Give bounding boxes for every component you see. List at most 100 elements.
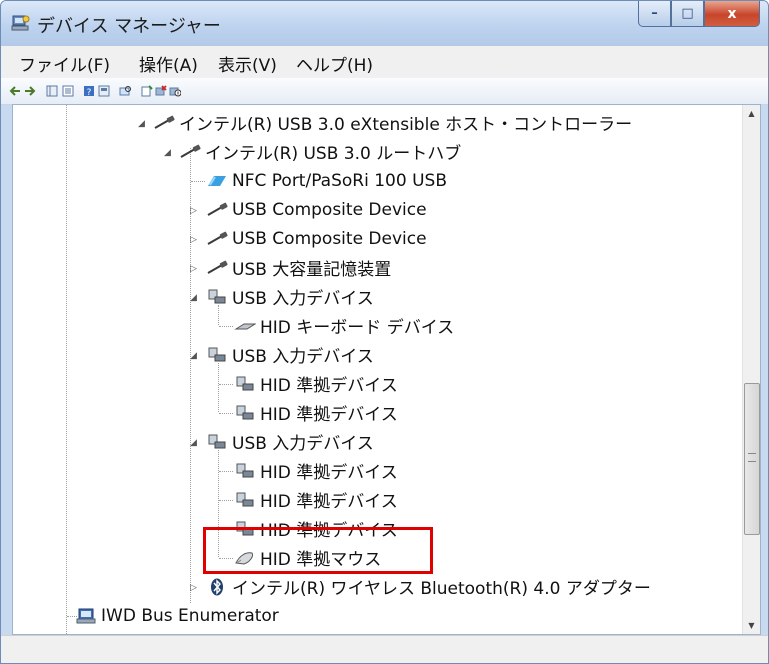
collapse-toggle[interactable]: ◢ [164,148,174,158]
usb-plug-icon [154,115,175,129]
hid-device-icon [236,492,254,506]
tree-guide-line [191,181,205,182]
hid-device-icon [208,289,226,303]
tree-item-usb-input[interactable]: USB 入力デバイス [206,341,374,368]
tree-item-hid-keyboard[interactable]: HID キーボード デバイス [234,312,454,339]
highlight-box [203,527,433,574]
menu-action[interactable]: 操作(A) [139,51,198,76]
console-tree-icon[interactable] [98,85,110,97]
tree-item-label: IWD Bus Enumerator [101,605,279,626]
show-hide-tree-icon[interactable] [46,85,58,97]
tree-item-label: USB Composite Device [232,199,427,220]
hid-device-icon [236,405,254,419]
hid-device-icon [236,376,254,390]
menu-bar: ファイル(F) 操作(A) 表示(V) ヘルプ(H) [1,45,768,78]
tree-item-label: HID 準拠デバイス [260,376,398,396]
menu-file[interactable]: ファイル(F) [19,51,110,76]
usb-plug-icon [207,202,228,216]
back-arrow-icon[interactable] [9,85,21,97]
usb-plug-icon [207,231,228,245]
tree-item-hid-compliant-device[interactable]: HID 準拠デバイス [234,370,398,397]
tree-item-usb-input[interactable]: USB 入力デバイス [206,428,374,455]
caption-buttons: – □ x [638,1,760,27]
tree-item-label: NFC Port/PaSoRi 100 USB [232,170,447,191]
expand-toggle[interactable]: ▷ [190,235,200,245]
tree-item-label: インテル(R) ワイヤレス Bluetooth(R) 4.0 アダプター [232,579,651,599]
tree-item-label: HID 準拠デバイス [260,463,398,483]
expand-toggle[interactable]: ▷ [190,583,200,593]
tree-guide-line [66,105,67,634]
title-bar[interactable]: デバイス マネージャー – □ x [1,1,768,45]
tree-guide-line [219,413,233,414]
forward-arrow-icon[interactable] [24,85,36,97]
tree-item-label: インテル(R) USB 3.0 eXtensible ホスト・コントローラー [179,115,633,135]
tree-item-usb-composite[interactable]: USB Composite Device [206,196,427,223]
tree-item-bluetooth-adapter[interactable]: インテル(R) ワイヤレス Bluetooth(R) 4.0 アダプター [206,573,651,600]
nfc-reader-icon [208,175,226,186]
hid-device-icon [208,347,226,361]
tree-guide-line [190,148,191,603]
tree-item-hid-compliant-device[interactable]: HID 準拠デバイス [234,486,398,513]
tree-item-label: USB 大容量記憶装置 [232,260,392,280]
uninstall-icon[interactable] [155,85,167,97]
collapse-toggle[interactable]: ◢ [138,119,148,129]
expand-toggle[interactable]: ▷ [190,206,200,216]
vertical-scrollbar[interactable]: ▲ ▼ [742,105,760,634]
tree-item-usb-input[interactable]: USB 入力デバイス [206,283,374,310]
tree-item-nfc-port[interactable]: NFC Port/PaSoRi 100 USB [206,167,447,194]
usb-plug-icon [207,260,228,274]
menu-view[interactable]: 表示(V) [218,51,277,76]
tree-item-label: USB 入力デバイス [232,434,374,454]
properties-icon[interactable] [62,85,74,97]
close-icon: x [727,5,737,22]
tree-item-hid-compliant-device[interactable]: HID 準拠デバイス [234,457,398,484]
tree-item-iwd-bus-enumerator[interactable]: IWD Bus Enumerator [75,602,279,629]
tree-guide-line [219,500,233,501]
hid-device-icon [236,463,254,477]
toolbar: ? [1,78,768,105]
maximize-button[interactable]: □ [671,1,704,27]
tree-item-root-hub[interactable]: インテル(R) USB 3.0 ルートハブ [179,138,461,165]
scan-hardware-icon[interactable] [119,85,131,97]
tree-item-label: USB 入力デバイス [232,347,374,367]
tree-item-label: HID キーボード デバイス [260,318,455,338]
tree-item-usb-composite[interactable]: USB Composite Device [206,225,427,252]
tree-guide-line [219,471,233,472]
device-tree: ◢ インテル(R) USB 3.0 eXtensible ホスト・コントローラー… [13,105,742,634]
minimize-button[interactable]: – [638,1,671,27]
expand-toggle[interactable]: ▷ [190,264,200,274]
tree-item-xhci-controller[interactable]: インテル(R) USB 3.0 eXtensible ホスト・コントローラー [153,109,632,136]
usb-plug-icon [180,144,201,158]
scroll-up-icon[interactable]: ▲ [743,105,760,122]
scroll-thumb[interactable] [744,383,760,535]
bluetooth-icon [211,578,223,595]
collapse-toggle[interactable]: ◢ [190,438,200,448]
device-manager-window: デバイス マネージャー – □ x ファイル(F) 操作(A) 表示(V) ヘル… [0,0,769,664]
help-icon[interactable]: ? [83,85,95,97]
maximize-icon: □ [681,6,694,21]
disable-device-icon[interactable] [169,85,181,97]
collapse-toggle[interactable]: ◢ [190,351,200,361]
tree-guide-line [218,363,219,412]
collapse-toggle[interactable]: ◢ [190,293,200,303]
tree-item-usb-mass-storage[interactable]: USB 大容量記憶装置 [206,254,391,281]
tree-item-hid-compliant-device[interactable]: HID 準拠デバイス [234,399,398,426]
svg-text:?: ? [87,88,92,97]
keyboard-icon [234,323,256,329]
minimize-icon: – [651,6,658,21]
bus-enumerator-icon [76,608,96,623]
tree-guide-line [219,384,233,385]
tree-item-label: インテル(R) USB 3.0 ルートハブ [205,144,462,164]
tree-guide-line [219,326,233,327]
menu-help[interactable]: ヘルプ(H) [296,51,373,76]
grip-icon [748,453,756,462]
scroll-down-icon[interactable]: ▼ [743,617,760,634]
device-tree-panel: ◢ インテル(R) USB 3.0 eXtensible ホスト・コントローラー… [12,104,761,635]
window-title: デバイス マネージャー [37,16,221,37]
tree-item-label: HID 準拠デバイス [260,492,398,512]
tree-item-label: HID 準拠デバイス [260,405,398,425]
update-driver-icon[interactable] [141,85,153,97]
tree-item-label: USB 入力デバイス [232,289,374,309]
tree-item-label: USB Composite Device [232,228,427,249]
close-button[interactable]: x [704,1,760,27]
